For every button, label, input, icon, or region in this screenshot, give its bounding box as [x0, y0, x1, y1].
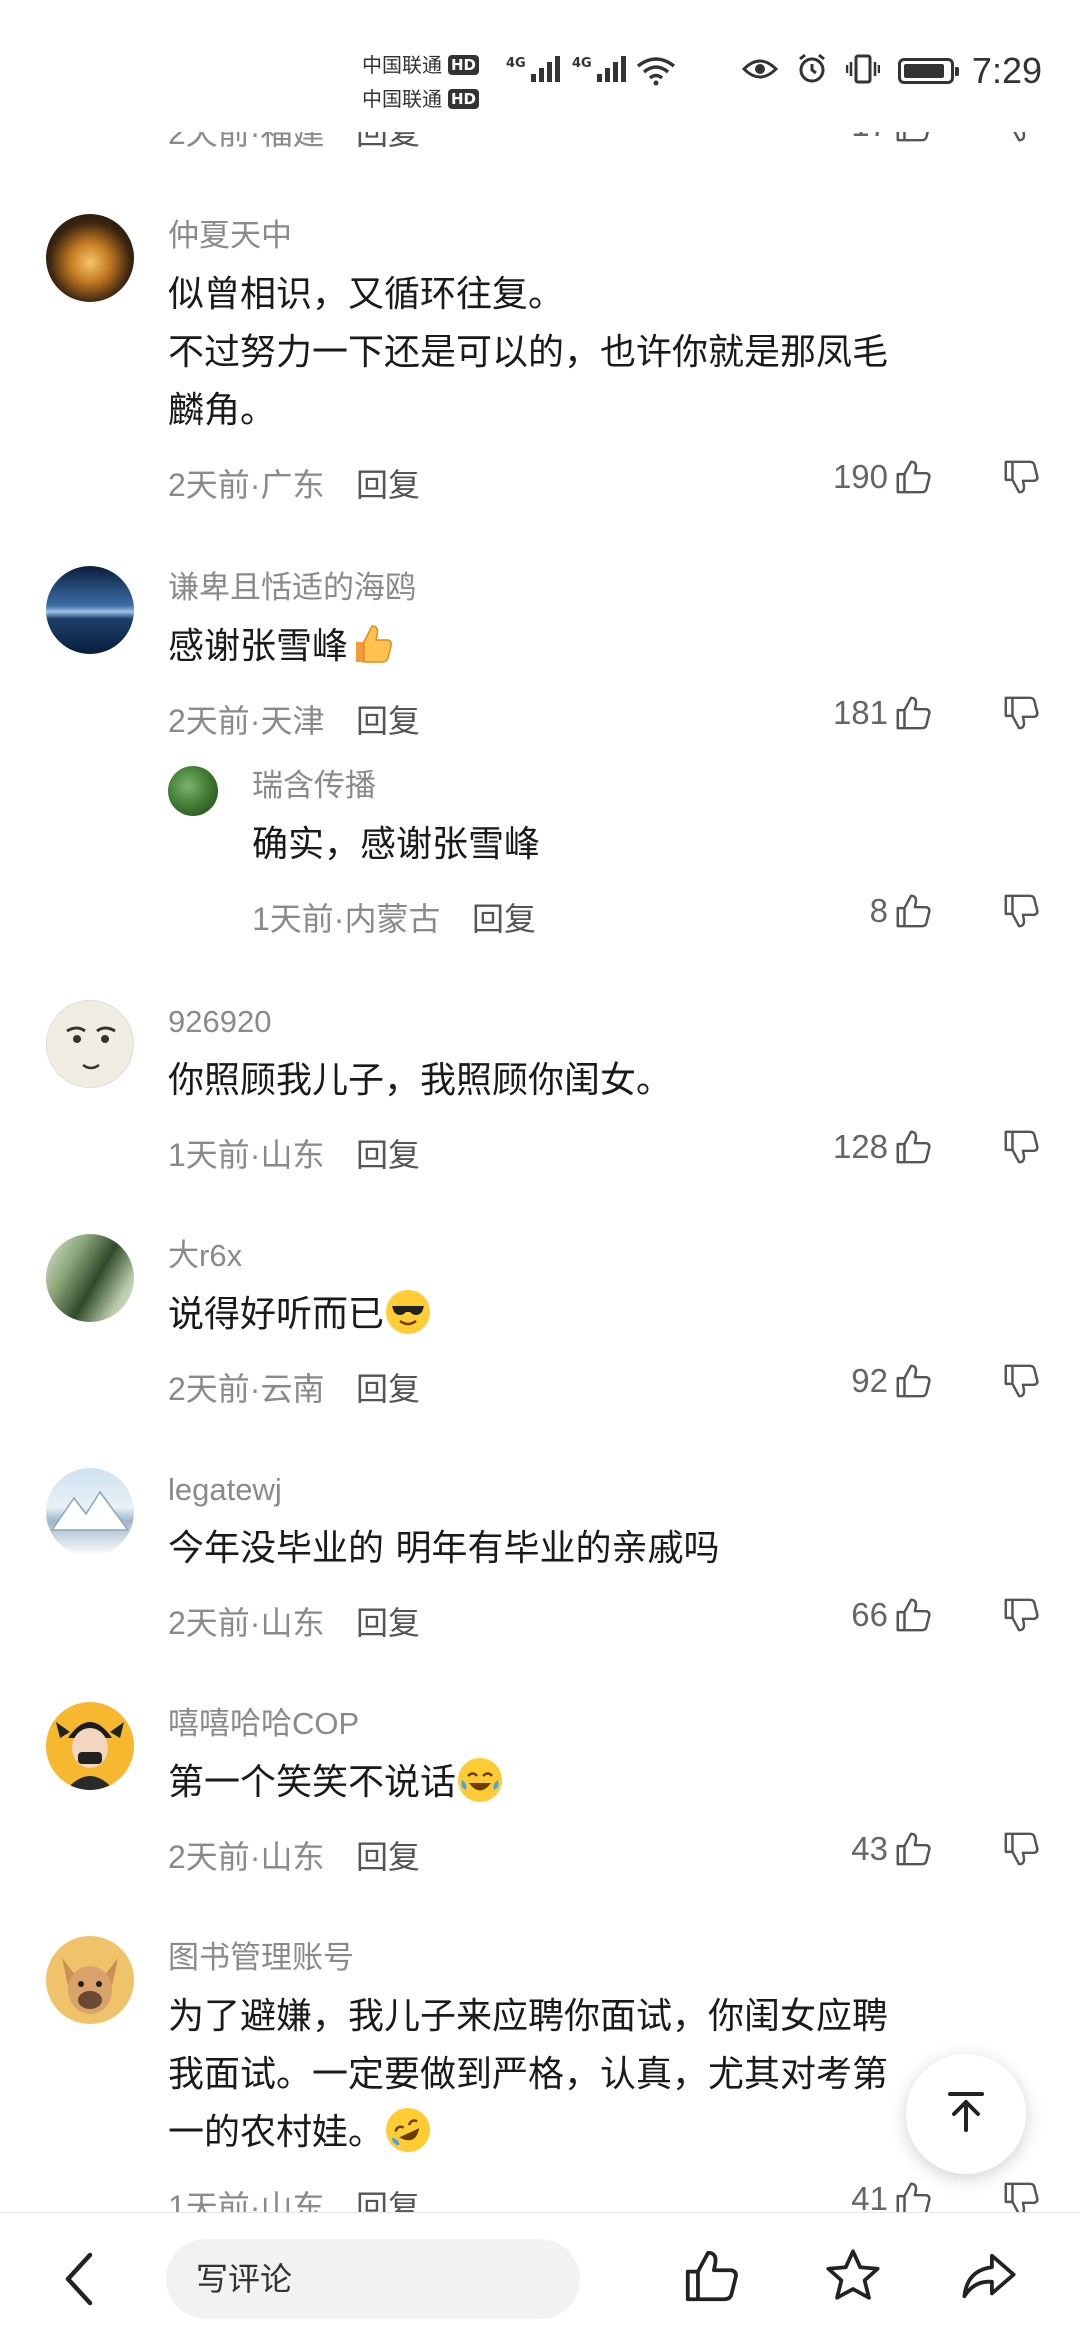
like-count: 128	[832, 1128, 888, 1165]
like-button[interactable]: 128	[833, 1128, 932, 1166]
reply-button[interactable]: 回复	[356, 1832, 420, 1878]
comment-text: 确实，感谢张雪峰	[252, 824, 541, 865]
username[interactable]: 嘻嘻哈哈COP	[168, 1702, 1040, 1746]
carrier-info: 中国联通 HD 中国联通 HD	[362, 48, 480, 116]
status-bar: 中国联通 HD 中国联通 HD 4G 4G 7:29	[0, 0, 1080, 132]
avatar[interactable]	[46, 1234, 134, 1322]
avatar[interactable]	[46, 1702, 134, 1790]
clock-time: 7:29	[971, 50, 1042, 91]
like-count: 43	[851, 1830, 888, 1867]
bottom-bar: 写评论	[0, 2212, 1080, 2341]
username[interactable]: 图书管理账号	[168, 1936, 1040, 1980]
dislike-button[interactable]	[1002, 1128, 1040, 1170]
avatar[interactable]	[46, 214, 134, 302]
comment-meta: 2天前·天津	[168, 703, 325, 739]
like-button[interactable]: 190	[833, 458, 932, 496]
like-button[interactable]: 8	[870, 892, 932, 930]
signal-icon: 4G	[506, 56, 560, 82]
favorite-star-icon[interactable]	[824, 2247, 882, 2309]
comment-meta: 1天前·内蒙古	[252, 901, 441, 937]
username[interactable]: 谦卑且恬适的海鸥	[168, 566, 1040, 610]
back-arrow-icon[interactable]	[60, 2249, 96, 2313]
like-button[interactable]: 92	[851, 1362, 932, 1400]
comment-meta: 1天前·山东	[168, 1137, 325, 1173]
hd-badge: HD	[448, 55, 480, 75]
cool-sunglasses-emoji	[386, 1290, 431, 1334]
reply-button[interactable]: 回复	[356, 696, 420, 742]
like-count: 190	[832, 458, 888, 495]
like-count: 181	[832, 694, 888, 731]
reply-button[interactable]: 回复	[356, 1364, 420, 1410]
like-button[interactable]: 41	[851, 2180, 932, 2212]
like-count: 92	[851, 1362, 888, 1399]
like-button[interactable]: 43	[851, 1830, 932, 1868]
avatar[interactable]	[46, 1468, 134, 1556]
wifi-icon	[636, 56, 676, 90]
username[interactable]: 仲夏天中	[168, 214, 1040, 258]
thumbs-up-emoji	[350, 622, 394, 666]
avatar[interactable]	[46, 1000, 134, 1088]
arrow-up-icon	[942, 2088, 990, 2140]
rofl-emoji	[378, 2100, 438, 2160]
hd-badge: HD	[448, 89, 480, 109]
username[interactable]: legatewj	[168, 1468, 1040, 1512]
comment-text: 感谢张雪峰	[168, 618, 1040, 676]
username[interactable]: 926920	[168, 1000, 1040, 1044]
comment-meta: 2天前·广东	[168, 467, 325, 503]
comment-meta: 1天前·山东	[168, 2189, 325, 2212]
comment-meta: 2天前·山东	[168, 1605, 325, 1641]
dislike-button[interactable]	[1002, 694, 1040, 736]
like-count: 8	[869, 892, 888, 929]
dislike-button[interactable]	[1002, 1362, 1040, 1404]
reply-button[interactable]: 回复	[472, 894, 536, 940]
reply-button[interactable]: 回复	[356, 460, 420, 506]
carrier-name: 中国联通	[362, 53, 442, 77]
tears-of-joy-emoji	[458, 1758, 503, 1802]
avatar[interactable]	[46, 1936, 134, 2024]
like-button[interactable]: 66	[851, 1596, 932, 1634]
comment-list[interactable]: 2天前·福建 回复 17 仲夏天中 似曾相识，又循环往复。 不过努力一下还是可以…	[0, 0, 1080, 2212]
avatar[interactable]	[46, 566, 134, 654]
reply-button[interactable]: 回复	[356, 2182, 420, 2212]
username[interactable]: 瑞含传播	[252, 764, 1040, 808]
dislike-button[interactable]	[1002, 2180, 1040, 2212]
carrier-name: 中国联通	[362, 87, 442, 111]
dislike-button[interactable]	[1002, 1830, 1040, 1872]
dislike-button[interactable]	[1002, 1596, 1040, 1638]
vibrate-icon	[845, 53, 881, 89]
comment-text: 你照顾我儿子，我照顾你闺女。	[168, 1060, 673, 1101]
comment-input[interactable]: 写评论	[166, 2239, 580, 2319]
comment-text: 今年没毕业的 明年有毕业的亲戚吗	[168, 1528, 720, 1569]
reply-button[interactable]: 回复	[356, 1130, 420, 1176]
like-count: 41	[851, 2180, 888, 2212]
comment-text: 第一个笑笑不说话	[168, 1754, 1040, 1812]
share-icon[interactable]	[960, 2247, 1018, 2309]
comment-text: 说得好听而已	[168, 1286, 1040, 1344]
alarm-icon	[796, 53, 828, 89]
comment-text: 似曾相识，又循环往复。 不过努力一下还是可以的，也许你就是那凤毛 麟角。	[168, 274, 889, 431]
dislike-button[interactable]	[1002, 458, 1040, 500]
like-icon[interactable]	[682, 2247, 740, 2309]
back-to-top-button[interactable]	[906, 2054, 1026, 2174]
reply-button[interactable]: 回复	[356, 1598, 420, 1644]
comment-meta: 2天前·云南	[168, 1371, 325, 1407]
eye-icon	[741, 57, 779, 85]
comment-meta: 2天前·山东	[168, 1839, 325, 1875]
dislike-button[interactable]	[1002, 892, 1040, 934]
username[interactable]: 大r6x	[168, 1234, 1040, 1278]
avatar[interactable]	[168, 766, 218, 816]
signal-icon: 4G	[572, 56, 626, 82]
like-button[interactable]: 181	[833, 694, 932, 732]
like-count: 66	[851, 1596, 888, 1633]
battery-icon	[897, 58, 959, 84]
